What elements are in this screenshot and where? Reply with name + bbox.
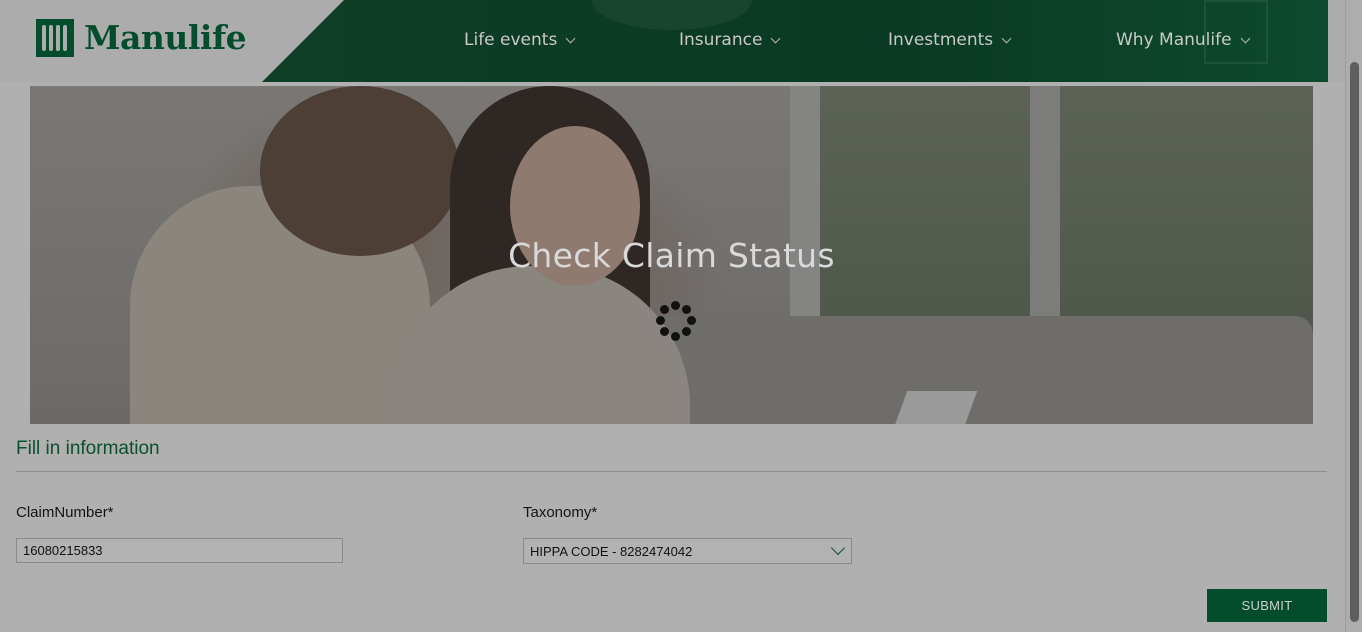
- chevron-down-icon: [770, 33, 781, 43]
- hero-sofa: [630, 316, 1313, 424]
- nav-label: Why Manulife: [1116, 30, 1232, 50]
- nav-item-why-manulife[interactable]: Why Manulife: [1116, 30, 1251, 50]
- page-title: Check Claim Status: [508, 236, 835, 275]
- hero-person-man-head: [260, 86, 460, 256]
- scrollbar[interactable]: [1345, 0, 1362, 632]
- loading-spinner-icon: [656, 301, 696, 341]
- manulife-logo[interactable]: Manulife: [36, 18, 247, 57]
- nav-label: Investments: [888, 30, 994, 50]
- chevron-down-icon: [1001, 33, 1012, 43]
- nav-item-insurance[interactable]: Insurance: [679, 30, 781, 50]
- nav-item-investments[interactable]: Investments: [888, 30, 1012, 50]
- chevron-down-icon: [1240, 33, 1251, 43]
- claim-number-label: ClaimNumber*: [16, 504, 114, 521]
- nav-item-life-events[interactable]: Life events: [464, 30, 576, 50]
- submit-button[interactable]: SUBMIT: [1207, 589, 1327, 622]
- claim-number-input[interactable]: 16080215833: [16, 538, 343, 563]
- taxonomy-label: Taxonomy*: [523, 504, 598, 521]
- taxonomy-select[interactable]: HIPPA CODE - 8282474042: [523, 538, 852, 564]
- hero-window: [790, 86, 1313, 336]
- hero-banner: Check Claim Status: [30, 86, 1313, 424]
- logo-text: Manulife: [84, 18, 247, 57]
- section-title: Fill in information: [16, 438, 160, 459]
- manulife-logo-icon: [36, 18, 74, 57]
- divider: [16, 471, 1327, 472]
- nav-label: Life events: [464, 30, 558, 50]
- scrollbar-thumb[interactable]: [1350, 62, 1359, 622]
- chevron-down-icon: [565, 33, 576, 43]
- site-header: Manulife Life events Insurance Investmen…: [0, 0, 1346, 82]
- hero-laptop: [892, 391, 978, 424]
- nav-label: Insurance: [679, 30, 763, 50]
- taxonomy-selected-value: HIPPA CODE - 8282474042: [530, 544, 693, 559]
- chevron-down-icon: [830, 540, 846, 556]
